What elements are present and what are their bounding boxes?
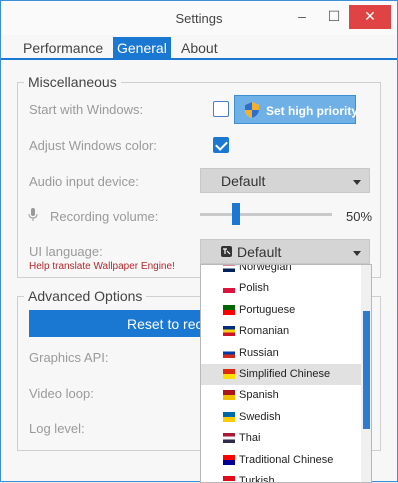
language-option[interactable]: Russian (201, 343, 361, 364)
volume-slider-track[interactable] (200, 213, 332, 216)
language-option-label: Norwegian (239, 264, 292, 273)
dropdown-scroll-thumb[interactable] (363, 311, 370, 429)
audio-input-label: Audio input device: (29, 174, 139, 189)
language-option[interactable]: Romanian (201, 321, 361, 342)
dropdown-scrollbar[interactable] (361, 265, 371, 482)
flag-icon (223, 411, 235, 422)
language-option-label: Traditional Chinese (239, 453, 334, 466)
title-bar[interactable]: Settings – ☐ ✕ (1, 1, 397, 35)
tab-performance[interactable]: Performance (23, 37, 103, 59)
ui-language-label: UI language: (29, 244, 103, 259)
language-option-label: Simplified Chinese (239, 368, 331, 380)
set-high-priority-button[interactable]: Set high priority (234, 95, 359, 124)
language-option[interactable]: Traditional Chinese (201, 450, 361, 471)
settings-window: Settings – ☐ ✕ Performance General About… (0, 0, 398, 483)
flag-icon (223, 454, 235, 465)
language-option[interactable]: Thai (201, 428, 361, 449)
flag-icon (223, 265, 235, 272)
recording-volume-label: Recording volume: (50, 209, 159, 224)
graphics-api-label: Graphics API: (29, 350, 109, 365)
tab-about[interactable]: About (181, 37, 218, 59)
adjust-color-label: Adjust Windows color: (29, 138, 157, 153)
language-option[interactable]: Portuguese (201, 300, 361, 321)
start-with-windows-label: Start with Windows: (29, 102, 144, 117)
chevron-down-icon (353, 251, 361, 256)
language-option-label: Thai (239, 432, 261, 445)
language-option-label: Portuguese (239, 303, 296, 316)
microphone-icon (28, 208, 38, 221)
close-button[interactable]: ✕ (349, 5, 391, 29)
language-option-label: Russian (239, 346, 279, 359)
ui-language-select[interactable]: Default (200, 239, 370, 264)
maximize-button[interactable]: ☐ (315, 5, 353, 29)
help-translate-link[interactable]: Help translate Wallpaper Engine! (29, 261, 175, 272)
advanced-group-title: Advanced Options (24, 288, 147, 304)
flag-icon (223, 390, 235, 401)
log-level-label: Log level: (29, 421, 85, 436)
misc-group-title: Miscellaneous (24, 74, 121, 90)
language-option[interactable]: Turkish (201, 471, 361, 482)
ui-language-value: Default (237, 244, 282, 260)
flag-icon (223, 347, 235, 358)
flag-icon (223, 369, 235, 379)
language-option-label: Romanian (239, 325, 290, 338)
language-option-label: Spanish (239, 389, 279, 402)
recording-volume-value: 50% (346, 209, 373, 224)
language-option[interactable]: Spanish (201, 385, 361, 406)
shield-icon (245, 102, 259, 118)
flag-icon (223, 433, 235, 444)
video-loop-label: Video loop: (29, 386, 94, 401)
language-option[interactable]: Polish (201, 278, 361, 299)
set-high-priority-label: Set high priority (266, 104, 359, 118)
flag-icon (223, 304, 235, 315)
reset-button-label: Reset to rec (127, 316, 203, 332)
language-option[interactable]: Swedish (201, 407, 361, 428)
language-option-label: Polish (239, 282, 269, 295)
language-option[interactable]: Simplified Chinese (201, 364, 361, 386)
adjust-color-checkbox[interactable] (213, 137, 229, 153)
start-with-windows-checkbox[interactable] (213, 101, 229, 117)
language-option[interactable]: Norwegian (201, 264, 361, 278)
language-icon (221, 246, 232, 257)
flag-icon (223, 326, 235, 337)
language-dropdown-list[interactable]: Norwegian Polish Portuguese Romanian Russian… (200, 264, 372, 483)
tab-general[interactable]: General (113, 37, 171, 59)
audio-input-select[interactable]: Default (200, 168, 370, 193)
tab-underline (1, 58, 397, 60)
audio-input-value: Default (221, 173, 266, 189)
flag-icon (223, 283, 235, 294)
language-option-label: Swedish (239, 410, 281, 423)
chevron-down-icon (353, 180, 361, 185)
volume-slider-thumb[interactable] (232, 203, 240, 225)
